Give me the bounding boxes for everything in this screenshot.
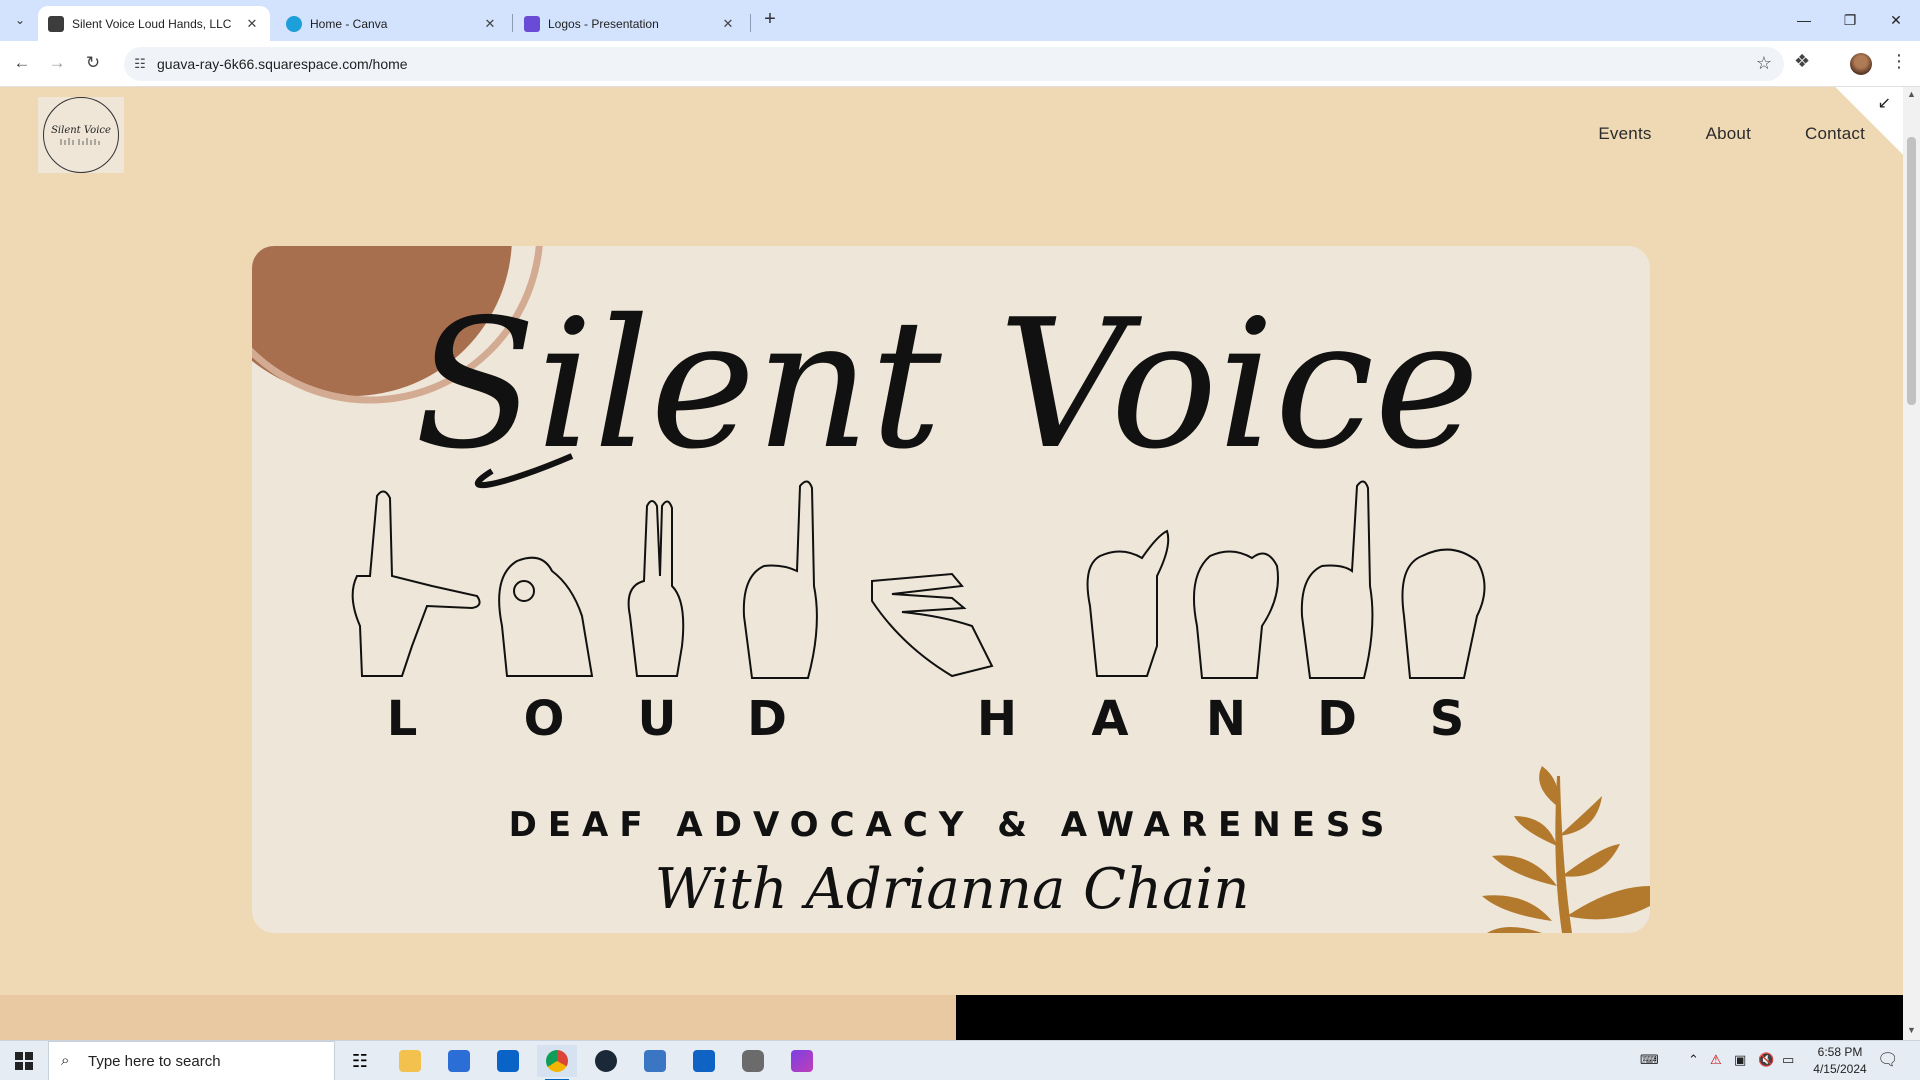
letter-n: N xyxy=(1206,691,1246,747)
page-scrollbar[interactable]: ▲ ▼ xyxy=(1903,87,1920,1040)
letter-d: D xyxy=(747,691,787,747)
hero-script-title: Silent Voice xyxy=(414,281,1479,488)
keyboard-icon[interactable]: ⌨ xyxy=(1640,1052,1659,1068)
hero-letters: L O U D H A N D S xyxy=(387,691,1465,747)
steam-icon[interactable] xyxy=(586,1045,626,1077)
minimize-button[interactable]: — xyxy=(1781,6,1827,34)
logo-circle: Silent Voice xyxy=(43,97,119,173)
search-placeholder: Type here to search xyxy=(88,1053,221,1070)
tab-search-chevron-icon[interactable]: ⌄ xyxy=(8,8,32,32)
hero-graphic: Silent Voice L O U D H A N D S DEAF ADVO… xyxy=(252,246,1650,933)
letter-h: H xyxy=(977,691,1017,747)
hero-signature: With Adrianna Chain xyxy=(655,857,1250,922)
clipchamp-icon[interactable] xyxy=(782,1045,822,1077)
asl-hands-group xyxy=(351,480,1486,679)
chrome-icon[interactable] xyxy=(537,1045,577,1080)
hand-a-icon xyxy=(1086,529,1170,677)
hand-n-icon xyxy=(1193,550,1279,679)
volume-muted-icon[interactable]: 🔇 xyxy=(1758,1052,1774,1068)
windows-logo-icon xyxy=(15,1052,33,1070)
tab-label: Logos - Presentation xyxy=(548,16,659,31)
squarespace-favicon-icon xyxy=(48,15,64,32)
tab-canva-home[interactable]: Home - Canva ✕ xyxy=(276,6,508,41)
section-band-left xyxy=(0,995,956,1040)
site-navigation: Events About Contact xyxy=(1598,124,1865,144)
hand-o-icon xyxy=(498,556,594,677)
letter-a: A xyxy=(1091,691,1128,747)
hand-d2-icon xyxy=(1300,480,1374,679)
logo-text: Silent Voice xyxy=(51,124,111,136)
task-view-icon[interactable]: ☷ xyxy=(340,1045,380,1077)
clock-app-icon[interactable] xyxy=(733,1045,773,1077)
hand-h-icon xyxy=(871,572,994,678)
tab-silent-voice[interactable]: Silent Voice Loud Hands, LLC ✕ xyxy=(38,6,270,41)
notifications-icon[interactable]: 🗨 xyxy=(1877,1050,1899,1070)
tab-separator xyxy=(512,14,513,32)
restore-button[interactable]: ❐ xyxy=(1827,6,1873,34)
start-button[interactable] xyxy=(0,1041,48,1080)
hand-l-icon xyxy=(351,490,481,677)
letter-s: S xyxy=(1430,691,1465,747)
site-info-icon[interactable]: ☷ xyxy=(132,56,148,72)
nav-link-about[interactable]: About xyxy=(1706,124,1751,144)
search-icon: ⌕ xyxy=(61,1052,70,1069)
back-arrow-icon[interactable]: ← xyxy=(8,49,36,77)
new-tab-button[interactable]: + xyxy=(758,8,782,32)
tab-close-icon[interactable]: ✕ xyxy=(720,16,736,32)
taskbar-clock[interactable]: 6:58 PM 4/15/2024 xyxy=(1805,1044,1875,1078)
section-band-right xyxy=(956,995,1903,1040)
scroll-up-arrow-icon[interactable]: ▲ xyxy=(1907,89,1916,99)
decorative-leaf-icon xyxy=(1482,766,1650,933)
tab-logos-presentation[interactable]: Logos - Presentation ✕ xyxy=(514,6,746,41)
address-bar[interactable]: ☷ guava-ray-6k66.squarespace.com/home ☆ xyxy=(124,47,1784,81)
reload-icon[interactable]: ↻ xyxy=(79,49,107,77)
letter-l: L xyxy=(387,691,418,747)
browser-toolbar: ← → ↻ ☷ guava-ray-6k66.squarespace.com/h… xyxy=(0,41,1920,87)
letter-d2: D xyxy=(1317,691,1357,747)
microsoft-store-icon[interactable] xyxy=(439,1045,479,1077)
tab-close-icon[interactable]: ✕ xyxy=(244,16,260,32)
collapse-arrow-icon[interactable]: ↙ xyxy=(1878,93,1891,113)
tab-separator xyxy=(750,14,751,32)
clock-date: 4/15/2024 xyxy=(1813,1062,1867,1076)
forward-arrow-icon[interactable]: → xyxy=(43,49,71,77)
logo-hands-graphic xyxy=(60,137,100,145)
hand-u-icon xyxy=(627,500,685,677)
nav-link-events[interactable]: Events xyxy=(1598,124,1651,144)
tab-label: Silent Voice Loud Hands, LLC xyxy=(72,16,232,31)
hand-s-icon xyxy=(1401,548,1486,679)
kebab-menu-icon[interactable]: ⋮ xyxy=(1890,51,1908,72)
letter-u: U xyxy=(638,691,677,747)
show-hidden-icons-chevron-icon[interactable]: ⌃ xyxy=(1688,1052,1699,1068)
mail-icon[interactable] xyxy=(488,1045,528,1077)
url-text[interactable]: guava-ray-6k66.squarespace.com/home xyxy=(157,56,408,72)
scrollbar-thumb[interactable] xyxy=(1907,137,1916,405)
calculator-icon[interactable] xyxy=(635,1045,675,1077)
profile-avatar[interactable] xyxy=(1850,53,1872,75)
security-alert-icon[interactable]: ⚠ xyxy=(1710,1052,1722,1068)
web-page: Silent Voice Events About Contact ↙ Sile… xyxy=(0,87,1903,1040)
tab-label: Home - Canva xyxy=(310,16,388,31)
bookmark-star-icon[interactable]: ☆ xyxy=(1756,53,1772,74)
hero-banner: Silent Voice L O U D H A N D S DEAF ADVO… xyxy=(252,246,1650,933)
network-icon[interactable]: ▣ xyxy=(1734,1052,1746,1068)
hand-d-icon xyxy=(742,480,818,679)
taskbar-search-box[interactable]: ⌕ Type here to search xyxy=(48,1041,335,1080)
windows-taskbar: ⌕ Type here to search ☷ ⌨ ⌃ ⚠ ▣ 🔇 ▭ 6:58… xyxy=(0,1040,1920,1080)
canva-favicon-icon xyxy=(286,15,302,32)
close-window-button[interactable]: ✕ xyxy=(1873,6,1919,34)
browser-tab-strip: ⌄ Silent Voice Loud Hands, LLC ✕ Home - … xyxy=(0,0,1920,41)
tab-close-icon[interactable]: ✕ xyxy=(482,16,498,32)
file-explorer-icon[interactable] xyxy=(390,1045,430,1077)
extensions-puzzle-icon[interactable]: ❖ xyxy=(1794,51,1810,72)
clock-time: 6:58 PM xyxy=(1817,1045,1863,1059)
battery-icon[interactable]: ▭ xyxy=(1782,1052,1794,1068)
presentation-favicon-icon xyxy=(524,15,540,32)
hero-tagline: DEAF ADVOCACY & AWARENESS xyxy=(509,805,1396,845)
outlook-icon[interactable] xyxy=(684,1045,724,1077)
site-logo[interactable]: Silent Voice xyxy=(38,97,124,173)
editor-corner-fold[interactable] xyxy=(1835,87,1903,155)
scroll-down-arrow-icon[interactable]: ▼ xyxy=(1907,1025,1916,1035)
letter-o: O xyxy=(524,691,565,747)
